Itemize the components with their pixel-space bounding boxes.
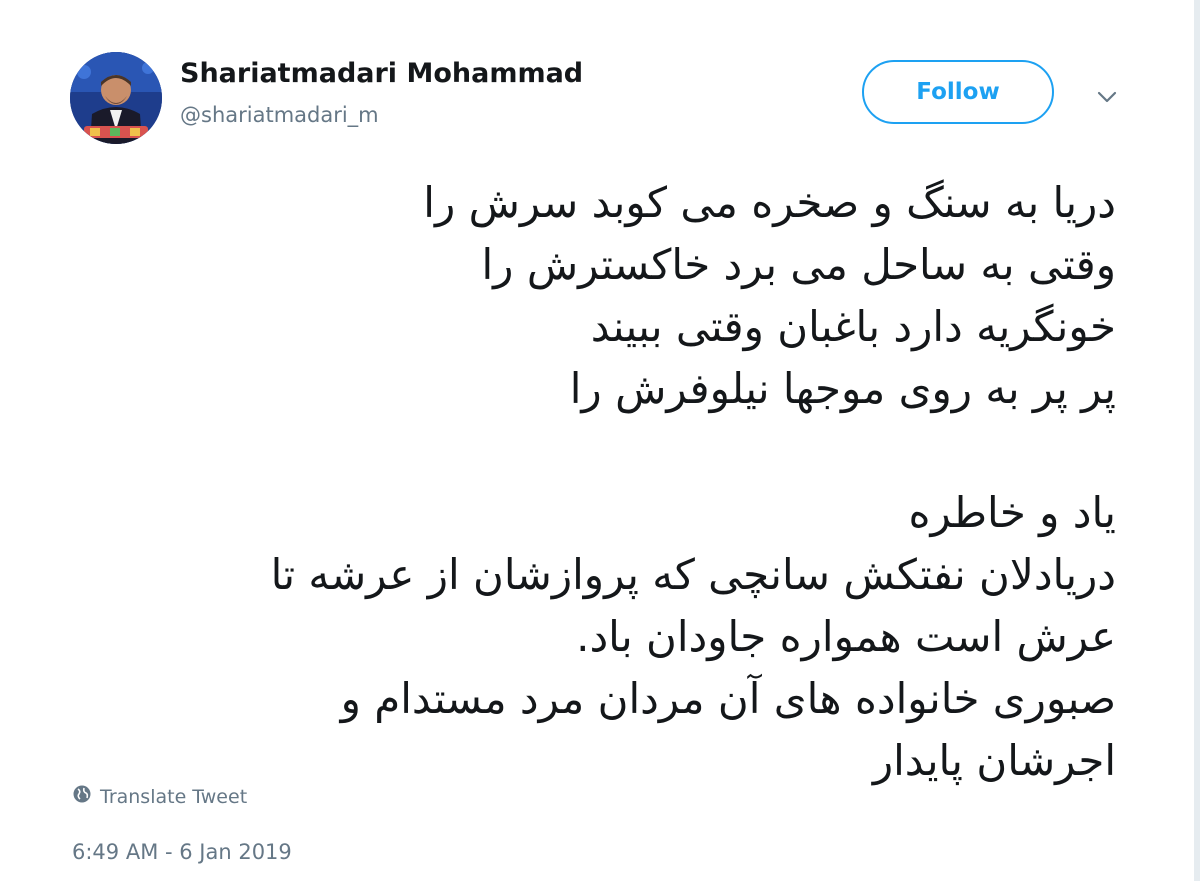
- tweet-line: پر پر به روی موجها نیلوفرش را: [569, 364, 1116, 413]
- translate-label: Translate Tweet: [100, 785, 248, 808]
- tweet-line: وقتی به ساحل می برد خاکسترش را: [481, 240, 1116, 289]
- globe-icon: [72, 784, 92, 809]
- user-handle[interactable]: @shariatmadari_m: [180, 103, 379, 127]
- tweet-timestamp[interactable]: 6:49 AM - 6 Jan 2019: [72, 840, 292, 864]
- display-name[interactable]: Shariatmadari Mohammad: [180, 58, 583, 89]
- tweet-line: خونگریه دارد باغبان وقتی ببیند: [590, 302, 1116, 351]
- tweet-line: دریادلان نفتکش سانچی که پروازشان از عرشه…: [270, 550, 1116, 599]
- tweet-line: عرش است همواره جاودان باد.: [576, 612, 1116, 661]
- follow-button[interactable]: Follow: [862, 60, 1054, 124]
- chevron-down-icon[interactable]: [1094, 84, 1120, 110]
- translate-tweet-link[interactable]: Translate Tweet: [72, 784, 247, 809]
- tweet-line: اجرشان پایدار: [872, 736, 1116, 785]
- tweet-line: صبوری خانواده های آن مردان مرد مستدام و: [340, 674, 1116, 723]
- avatar[interactable]: [70, 52, 162, 144]
- tweet-line: دریا به سنگ و صخره می کوبد سرش را: [423, 178, 1116, 227]
- scroll-edge: [1194, 0, 1200, 881]
- tweet-line: یاد و خاطره: [908, 488, 1116, 537]
- tweet-text: دریا به سنگ و صخره می کوبد سرش را وقتی ب…: [76, 172, 1116, 792]
